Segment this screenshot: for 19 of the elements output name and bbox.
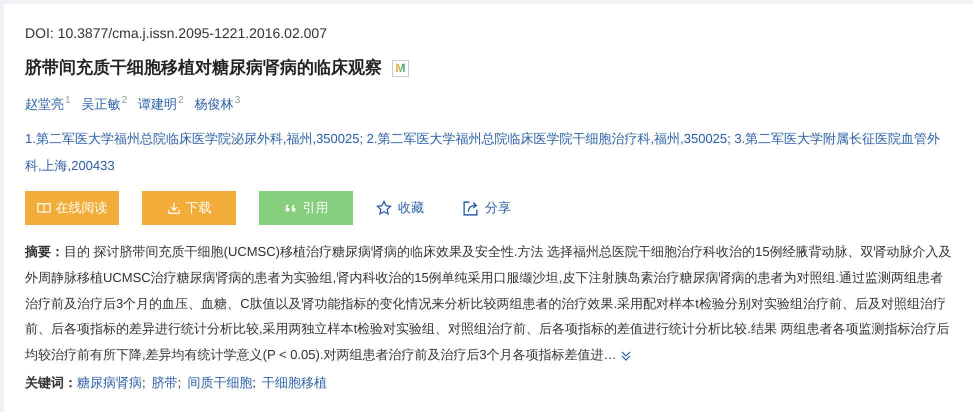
share-button[interactable]: 分享 [462,199,511,218]
author-link[interactable]: 杨俊林$^{3}$ [194,92,240,114]
keyword-link[interactable]: 干细胞移植 [262,374,327,392]
badge-icon: M [392,60,409,76]
separator-text: ; [142,374,146,392]
keywords-label: 关键词： [25,374,77,392]
separator-text: ; [178,374,182,392]
article-title: 脐带间充质干细胞移植对糖尿病肾病的临床观察 [25,57,382,79]
doi-text: DOI: 10.3877/cma.j.issn.2095-1221.2016.02.007 [25,24,328,42]
separator-text: ; [252,374,256,392]
affiliations-text: 1.第二军医大学福州总院临床医学院泌尿外科,福州,350025; 2.第二军医大学福州总院临床医学院干细胞治疗科,福州,350025; 3.第二军医大学附属长征医院血管外科,上海,200433 [25,130,942,176]
author-link[interactable]: 谭建明$^{2}$ [138,92,184,114]
keyword-link[interactable]: 间质干细胞 [187,374,252,392]
author-link[interactable]: 赵堂亮$^{1}$ [25,92,71,114]
keyword-link[interactable]: 糖尿病肾病 [77,374,142,392]
favorite-button[interactable]: 收藏 [376,199,424,218]
keyword-link[interactable]: 脐带 [152,374,178,392]
abstract-text: 摘要：目的 探讨脐带间充质干细胞(UCMSC)移植治疗糖尿病肾病的临床效果及安全性.方法 选择福州总医院干细胞治疗科收治的15例经腋背动脉、双肾动脉介入及外周静脉移植UCMSC治疗糖尿病肾病的患者为实验组,肾内科收治的15例单纯采用口服缬沙坦,皮下注射胰岛素治疗糖尿病肾病的患者为对照组.通过监测两组患者治疗前及治疗后3个月的血压、血糖、C肽值以及肾功能指标的变化情况来分析比较两组患者的治疗效果.采用配对样本t检验分别对实验组治疗前、后及对照组治疗前、后各项指标的差异进行统计分析比较,采用两独立样本t检验对实验组、对照组治疗前、后各项指标的差值进行统计分析比较.结果 两组患者各项监测指标治疗后均较治疗前有所下降,差异均有统计学意义(P < 0.05).对两组患者治疗前及治疗后3个月各项指标差值进… [25,243,953,364]
author-link[interactable]: 吴正敏$^{2}$ [82,92,128,114]
